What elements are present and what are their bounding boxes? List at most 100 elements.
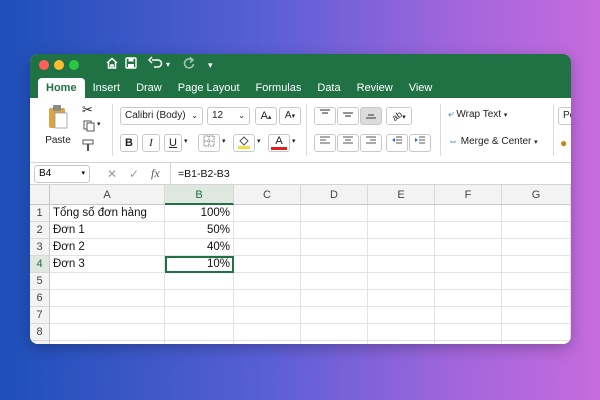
row-header-6[interactable]: 6 — [30, 290, 50, 307]
grid-cell[interactable] — [368, 341, 435, 344]
grid-cell[interactable] — [435, 222, 502, 239]
tab-review[interactable]: Review — [349, 78, 401, 98]
grid-cell[interactable] — [234, 273, 301, 290]
grid-cell[interactable] — [165, 273, 234, 290]
font-name-select[interactable]: Calibri (Body) ⌄ — [120, 107, 203, 125]
grid-cell[interactable] — [301, 324, 368, 341]
grid-cell[interactable] — [502, 290, 571, 307]
grid-cell[interactable] — [368, 222, 435, 239]
grid-cell[interactable] — [234, 341, 301, 344]
underline-button[interactable]: U — [164, 134, 182, 152]
row-header-9[interactable]: 9 — [30, 341, 50, 344]
increase-indent-button[interactable] — [409, 134, 431, 152]
grid-cell[interactable] — [301, 205, 368, 222]
grid-cell[interactable] — [234, 307, 301, 324]
row-header-8[interactable]: 8 — [30, 324, 50, 341]
grid-cell[interactable] — [435, 273, 502, 290]
select-all-corner[interactable] — [30, 185, 50, 205]
borders-dropdown-icon[interactable]: ▾ — [222, 137, 226, 145]
cell-a2[interactable]: Đơn 1 — [50, 222, 165, 239]
align-right-button[interactable] — [360, 134, 382, 152]
tab-draw[interactable]: Draw — [128, 78, 170, 98]
cell-b3[interactable]: 40% — [165, 239, 234, 256]
orientation-button[interactable]: ab▾ — [386, 107, 412, 125]
minimize-window-button[interactable] — [54, 60, 64, 70]
grid-cell[interactable] — [301, 307, 368, 324]
borders-button[interactable] — [198, 134, 220, 152]
align-center-button[interactable] — [337, 134, 359, 152]
decrease-font-size-button[interactable]: A▾ — [279, 107, 301, 125]
grid-cell[interactable] — [50, 324, 165, 341]
column-header-d[interactable]: D — [301, 185, 368, 205]
column-header-b[interactable]: B — [165, 185, 234, 205]
grid-cell[interactable] — [234, 256, 301, 273]
grid-cell[interactable] — [234, 222, 301, 239]
align-bottom-button[interactable] — [360, 107, 382, 125]
row-header-1[interactable]: 1 — [30, 205, 50, 222]
save-icon[interactable] — [124, 56, 138, 70]
number-format-select[interactable]: Pe — [558, 107, 571, 125]
grid-cell[interactable] — [502, 307, 571, 324]
grid-cell[interactable] — [165, 341, 234, 344]
grid-cell[interactable] — [435, 307, 502, 324]
insert-function-button[interactable]: fx — [151, 166, 160, 181]
grid-cell[interactable] — [435, 324, 502, 341]
tab-data[interactable]: Data — [309, 78, 348, 98]
grid-cell[interactable] — [435, 239, 502, 256]
grid-cell[interactable] — [502, 222, 571, 239]
home-icon[interactable] — [105, 56, 119, 70]
tab-home[interactable]: Home — [38, 78, 85, 98]
format-painter-icon[interactable] — [82, 139, 95, 155]
grid-cell[interactable] — [301, 256, 368, 273]
cut-icon[interactable]: ✂ — [82, 102, 93, 118]
row-header-3[interactable]: 3 — [30, 239, 50, 256]
grid-cell[interactable] — [435, 341, 502, 344]
grid-cell[interactable] — [234, 290, 301, 307]
grid-cell[interactable] — [368, 290, 435, 307]
grid-cell[interactable] — [502, 239, 571, 256]
grid-cell[interactable] — [502, 256, 571, 273]
confirm-icon[interactable]: ✓ — [129, 167, 139, 181]
row-header-4[interactable]: 4 — [30, 256, 50, 273]
grid-cell[interactable] — [165, 290, 234, 307]
row-header-2[interactable]: 2 — [30, 222, 50, 239]
grid-cell[interactable] — [301, 222, 368, 239]
column-header-f[interactable]: F — [435, 185, 502, 205]
undo-dropdown-icon[interactable]: ▾ — [166, 56, 170, 74]
grid-cell[interactable] — [435, 205, 502, 222]
copy-icon[interactable] — [83, 120, 95, 135]
grid-cell[interactable] — [435, 290, 502, 307]
fill-color-button[interactable] — [233, 134, 255, 152]
grid-cell[interactable] — [368, 239, 435, 256]
grid-cell[interactable] — [502, 324, 571, 341]
grid-cell[interactable] — [368, 324, 435, 341]
formula-input[interactable]: =B1-B2-B3 — [178, 168, 230, 180]
cell-a1[interactable]: Tổng số đơn hàng — [50, 205, 165, 222]
close-window-button[interactable] — [39, 60, 49, 70]
column-header-e[interactable]: E — [368, 185, 435, 205]
grid-cell[interactable] — [50, 307, 165, 324]
grid-cell[interactable] — [502, 205, 571, 222]
grid-cell[interactable] — [301, 239, 368, 256]
column-header-g[interactable]: G — [502, 185, 571, 205]
align-left-button[interactable] — [314, 134, 336, 152]
zoom-window-button[interactable] — [69, 60, 79, 70]
cell-a4[interactable]: Đơn 3 — [50, 256, 165, 273]
column-header-c[interactable]: C — [234, 185, 301, 205]
grid-cell[interactable] — [301, 273, 368, 290]
merge-center-button[interactable]: ⇔ Merge & Center ▾ — [448, 136, 538, 147]
font-color-button[interactable]: A — [268, 134, 290, 152]
coins-icon[interactable]: ● — [560, 136, 567, 150]
bold-button[interactable]: B — [120, 134, 138, 152]
grid-cell[interactable] — [368, 273, 435, 290]
cell-b4-active[interactable]: 10% — [165, 256, 234, 273]
grid-cell[interactable] — [435, 256, 502, 273]
paste-button[interactable]: Paste — [38, 104, 78, 146]
undo-icon[interactable] — [148, 56, 164, 70]
column-header-a[interactable]: A — [50, 185, 165, 205]
fill-color-dropdown-icon[interactable]: ▾ — [257, 137, 261, 145]
wrap-text-button[interactable]: ⤶ Wrap Text ▾ — [448, 109, 507, 120]
grid-cell[interactable] — [50, 341, 165, 344]
decrease-indent-button[interactable] — [386, 134, 408, 152]
row-header-7[interactable]: 7 — [30, 307, 50, 324]
